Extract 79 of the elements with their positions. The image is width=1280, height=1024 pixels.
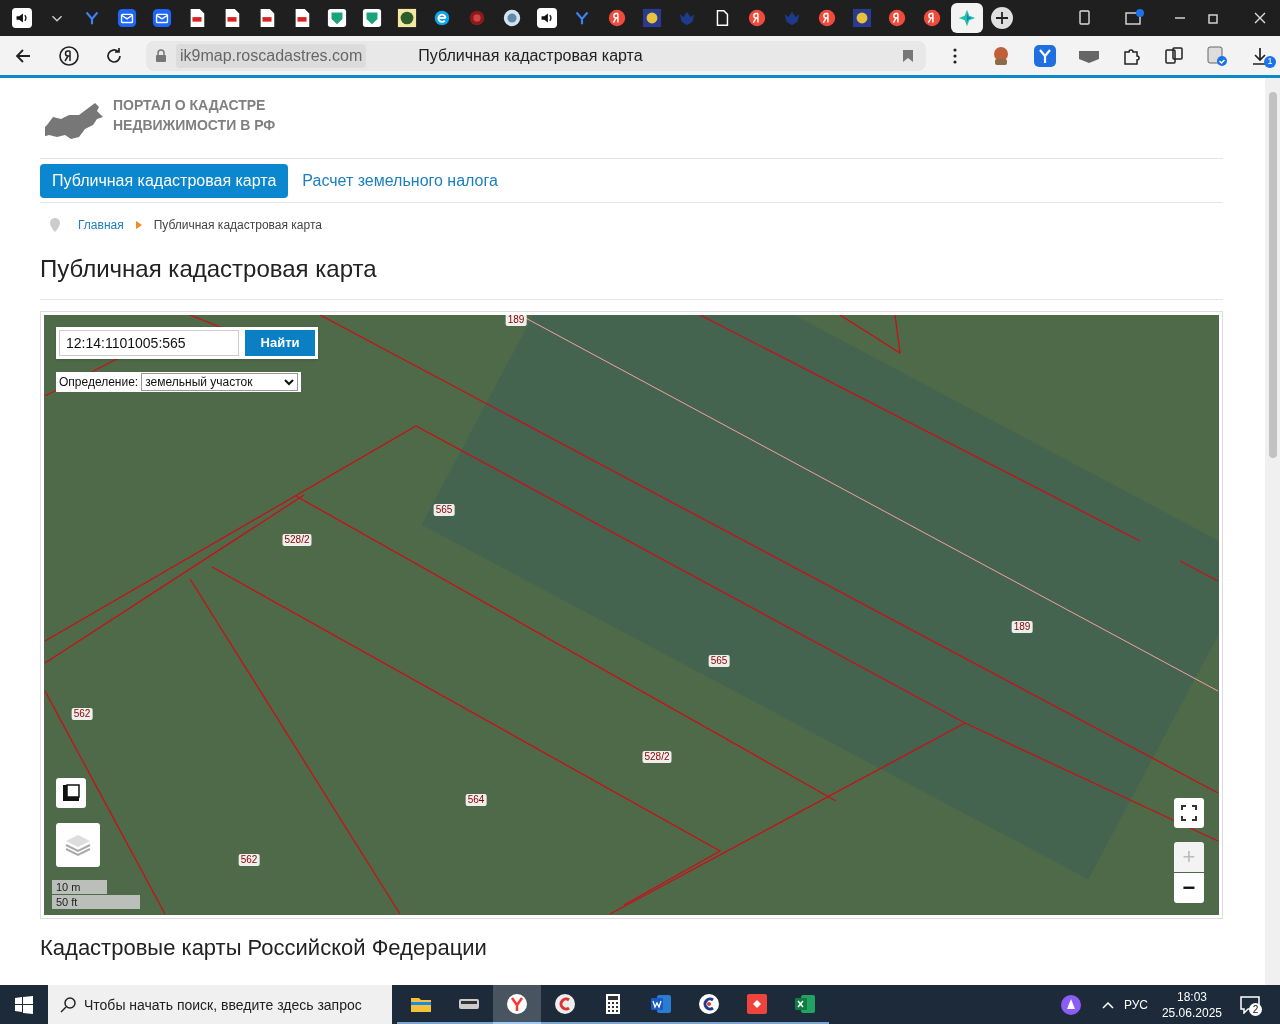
shield-icon	[362, 8, 382, 28]
fullscreen-button[interactable]	[1174, 798, 1204, 828]
crest-icon	[852, 8, 872, 28]
breadcrumb-current: Публичная кадастровая карта	[153, 217, 322, 234]
ya-icon	[817, 8, 837, 28]
assistant-icon[interactable]	[1059, 993, 1082, 1016]
ya-icon	[922, 8, 942, 28]
c-icon	[697, 991, 721, 1016]
more-icon[interactable]	[952, 46, 958, 65]
ya-icon	[747, 8, 767, 28]
fullscreen-icon	[1181, 805, 1197, 821]
cadastral-number-field[interactable]: 12:14:1101005:565	[59, 330, 239, 356]
ornament-icon	[467, 8, 487, 28]
definition-dropdown[interactable]: земельный участок	[141, 373, 299, 391]
taskbar-app[interactable]	[493, 985, 541, 1024]
star-icon	[957, 8, 977, 28]
globe-icon	[502, 8, 522, 28]
ya-icon	[887, 8, 907, 28]
notification-count-badge: 2	[1249, 1002, 1262, 1016]
breadcrumb-link[interactable]: Главная	[78, 216, 124, 234]
lock-icon	[154, 48, 168, 63]
image-check-icon[interactable]	[1206, 44, 1228, 67]
page-title: Публичная кадастровая карта	[418, 45, 644, 66]
clock[interactable]: 18:03 25.06.2025	[1161, 988, 1222, 1021]
parcel-number-label: 562	[238, 854, 260, 866]
crest-icon	[642, 8, 662, 28]
bookmark-icon[interactable]	[902, 48, 914, 63]
emblem-icon	[397, 8, 417, 28]
breadcrumb-separator-icon	[135, 221, 142, 229]
url-text: ik9map.roscadastres.com	[176, 43, 367, 68]
notification-icon[interactable]	[1240, 995, 1260, 1014]
address-bar[interactable]: ik9map.roscadastres.com Публичная кадастровая карта	[146, 40, 926, 71]
speaker-icon	[537, 8, 557, 28]
speaker-icon	[12, 8, 32, 28]
language-indicator[interactable]: РУС	[1123, 995, 1148, 1014]
yandex-logo-icon[interactable]	[58, 44, 80, 67]
ruler-icon	[62, 784, 80, 802]
scale-bar-metric: 10 m	[52, 880, 107, 894]
parcel-number-label: 565	[433, 504, 455, 516]
browser-tab[interactable]	[951, 3, 983, 33]
parcel-number-label: 528/2	[282, 534, 312, 546]
ya-icon	[607, 8, 627, 28]
parcel-number-label: 564	[465, 794, 487, 806]
nav-tab[interactable]: Расчет земельного налога	[302, 163, 498, 198]
satellite-map[interactable]: 12:14:1101005:565 Найти Определение: земельный участок 10 m 50 ft + − 189 565 528/2 565 189 562 528/2 564 562	[44, 315, 1219, 915]
chevron-down-icon	[284, 378, 295, 386]
parcel-number-label: 562	[71, 708, 93, 720]
ruler-button[interactable]	[56, 778, 86, 808]
yandex-icon	[505, 991, 529, 1016]
windows-start-icon[interactable]	[15, 995, 33, 1014]
mail-icon	[152, 8, 172, 28]
ring-c-icon	[553, 991, 577, 1016]
parcel-number-label: 528/2	[642, 751, 672, 763]
portal-logo-text: ПОРТАЛ О КАДАСТРЕ НЕДВИЖИМОСТИ В РФ	[113, 96, 276, 135]
e-icon	[432, 8, 452, 28]
find-button[interactable]: Найти	[245, 330, 315, 356]
section-heading: Кадастровые карты Российской Федерации	[40, 934, 488, 962]
page-heading: Публичная кадастровая карта	[40, 254, 377, 284]
zoom-out-button[interactable]: −	[1174, 873, 1204, 903]
extension-icon[interactable]	[1034, 44, 1056, 67]
taskbar-search-field[interactable]: Чтобы начать поиск, введите здесь запрос	[48, 985, 392, 1024]
mail-icon	[117, 8, 137, 28]
parcel-number-label: 189	[1011, 621, 1033, 633]
nav-tab[interactable]: Публичная кадастровая карта	[40, 163, 289, 198]
chevron-up-icon[interactable]	[1101, 1000, 1114, 1009]
anydesk-icon	[745, 991, 769, 1016]
location-pin-icon	[50, 218, 60, 232]
search-icon	[60, 997, 76, 1013]
new-tab-icon[interactable]	[990, 6, 1014, 30]
scrollbar[interactable]	[1265, 78, 1280, 985]
definition-label: Определение:	[59, 374, 139, 391]
reload-icon[interactable]	[104, 45, 124, 66]
layers-icon	[64, 833, 92, 857]
scale-bar-imperial: 50 ft	[52, 895, 140, 909]
shield-icon	[327, 8, 347, 28]
parcel-number-label: 189	[505, 315, 527, 326]
download-count-badge: 1	[1264, 55, 1276, 68]
parcel-number-label: 565	[708, 655, 730, 667]
collections-icon[interactable]	[1164, 45, 1184, 66]
